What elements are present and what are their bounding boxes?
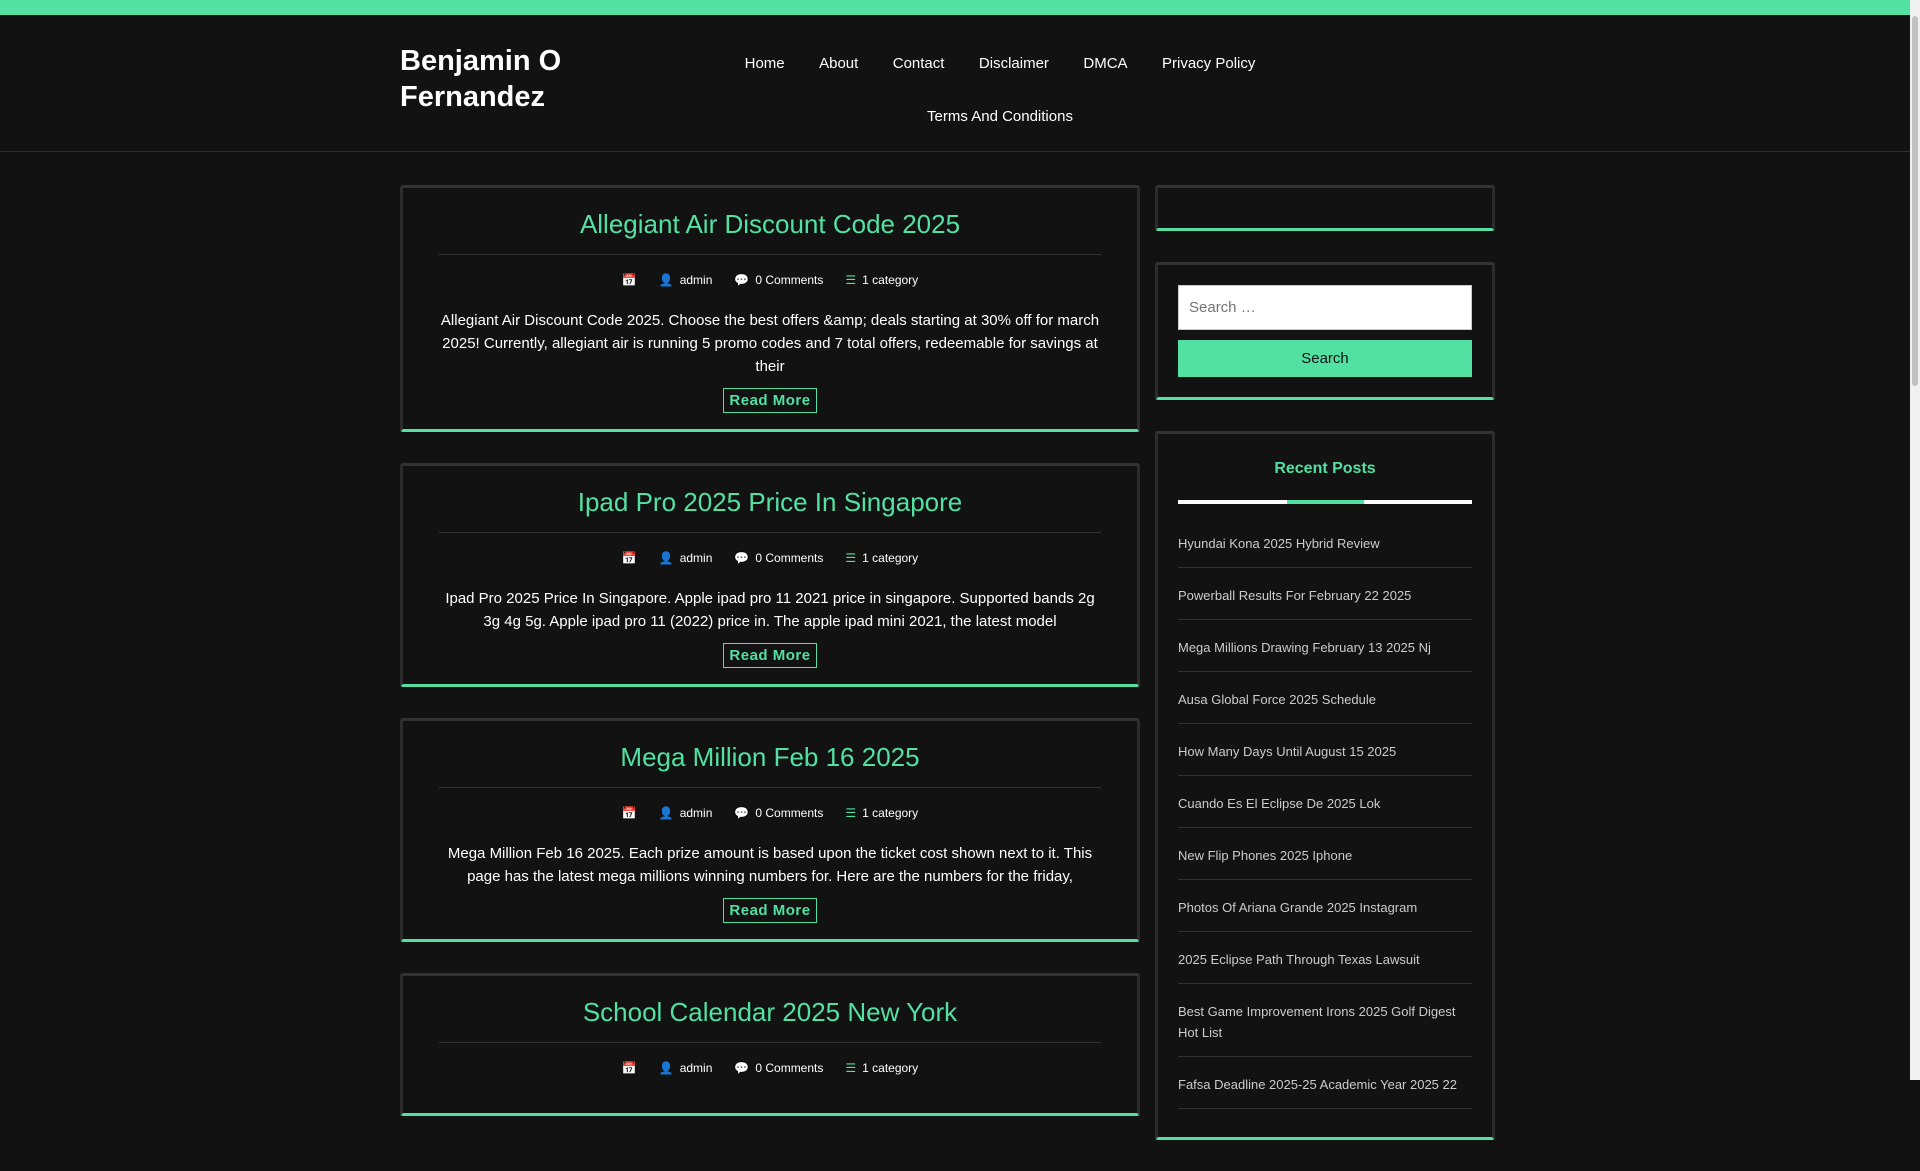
post-comments[interactable]: 0 Comments: [755, 1061, 823, 1075]
nav-home[interactable]: Home: [745, 37, 785, 90]
post-excerpt: Ipad Pro 2025 Price In Singapore. Apple …: [445, 590, 1095, 630]
post-category[interactable]: 1 category: [862, 551, 918, 565]
recent-post-link[interactable]: 2025 Eclipse Path Through Texas Lawsuit: [1178, 952, 1420, 967]
list-item: Mega Millions Drawing February 13 2025 N…: [1178, 628, 1472, 672]
recent-post-link[interactable]: Fafsa Deadline 2025-25 Academic Year 202…: [1178, 1077, 1457, 1092]
calendar-icon: 📅: [621, 1061, 637, 1075]
recent-posts-list: Hyundai Kona 2025 Hybrid Review Powerbal…: [1178, 524, 1472, 1109]
user-icon: 👤: [658, 1061, 674, 1075]
sidebar: Search Recent Posts Hyundai Kona 2025 Hy…: [1155, 185, 1495, 1171]
comments-icon: 💬: [734, 806, 750, 820]
post-title[interactable]: Ipad Pro 2025 Price In Singapore: [439, 486, 1101, 518]
comments-icon: 💬: [734, 1061, 750, 1075]
list-item: Powerball Results For February 22 2025: [1178, 576, 1472, 620]
list-icon: ☰: [845, 1061, 857, 1075]
list-item: Hyundai Kona 2025 Hybrid Review: [1178, 524, 1472, 568]
post-author[interactable]: admin: [680, 551, 713, 565]
recent-post-link[interactable]: Hyundai Kona 2025 Hybrid Review: [1178, 536, 1380, 551]
post-meta: 📅 👤 admin 💬 0 Comments ☰ 1 category: [439, 273, 1101, 287]
post-category[interactable]: 1 category: [862, 273, 918, 287]
post-category[interactable]: 1 category: [862, 806, 918, 820]
divider: [439, 1042, 1101, 1043]
post-meta: 📅 👤 admin 💬 0 Comments ☰ 1 category: [439, 551, 1101, 565]
site-header: Benjamin O Fernandez Home About Contact …: [0, 15, 1910, 152]
recent-post-link[interactable]: New Flip Phones 2025 Iphone: [1178, 848, 1352, 863]
divider: [439, 787, 1101, 788]
nav-disclaimer[interactable]: Disclaimer: [979, 37, 1049, 90]
list-item: Ausa Global Force 2025 Schedule: [1178, 680, 1472, 724]
post-card: Allegiant Air Discount Code 2025 📅 👤 admi…: [400, 185, 1140, 432]
site-title[interactable]: Benjamin O Fernandez: [400, 43, 640, 115]
post-meta: 📅 👤 admin 💬 0 Comments ☰ 1 category: [439, 806, 1101, 820]
recent-posts-title: Recent Posts: [1274, 460, 1376, 477]
post-title[interactable]: Mega Million Feb 16 2025: [439, 741, 1101, 773]
recent-post-link[interactable]: Best Game Improvement Irons 2025 Golf Di…: [1178, 1004, 1455, 1040]
top-accent-bar: [0, 0, 1910, 15]
post-comments[interactable]: 0 Comments: [755, 806, 823, 820]
read-more-button[interactable]: Read More: [723, 898, 817, 923]
post-title[interactable]: Allegiant Air Discount Code 2025: [439, 208, 1101, 240]
list-icon: ☰: [845, 273, 857, 287]
post-meta: 📅 👤 admin 💬 0 Comments ☰ 1 category: [439, 1061, 1101, 1075]
calendar-icon: 📅: [621, 806, 637, 820]
scrollbar-thumb[interactable]: [1912, 16, 1918, 386]
recent-posts-widget: Recent Posts Hyundai Kona 2025 Hybrid Re…: [1155, 431, 1495, 1140]
post-card: Ipad Pro 2025 Price In Singapore 📅 👤 admi…: [400, 463, 1140, 687]
search-widget: Search: [1155, 262, 1495, 400]
post-excerpt: Allegiant Air Discount Code 2025. Choose…: [440, 312, 1100, 375]
post-title[interactable]: School Calendar 2025 New York: [439, 996, 1101, 1028]
widget-divider: [1178, 500, 1472, 504]
list-item: Best Game Improvement Irons 2025 Golf Di…: [1178, 992, 1472, 1057]
calendar-icon: 📅: [621, 273, 637, 287]
user-icon: 👤: [658, 551, 674, 565]
post-card: School Calendar 2025 New York 📅 👤 admin 💬…: [400, 973, 1140, 1116]
nav-contact[interactable]: Contact: [893, 37, 945, 90]
list-item: Cuando Es El Eclipse De 2025 Lok: [1178, 784, 1472, 828]
divider: [439, 254, 1101, 255]
divider: [439, 532, 1101, 533]
nav-privacy-policy[interactable]: Privacy Policy: [1162, 37, 1255, 90]
main-nav: Home About Contact Disclaimer DMCA Priva…: [720, 37, 1280, 143]
nav-dmca[interactable]: DMCA: [1083, 37, 1127, 90]
comments-icon: 💬: [734, 273, 750, 287]
post-category[interactable]: 1 category: [862, 1061, 918, 1075]
nav-terms-and-conditions[interactable]: Terms And Conditions: [927, 90, 1073, 143]
nav-about[interactable]: About: [819, 37, 858, 90]
post-author[interactable]: admin: [680, 273, 713, 287]
list-icon: ☰: [845, 806, 857, 820]
search-button[interactable]: Search: [1178, 340, 1472, 377]
list-item: How Many Days Until August 15 2025: [1178, 732, 1472, 776]
empty-widget: [1155, 185, 1495, 231]
page-scrollbar[interactable]: [1910, 0, 1920, 1080]
list-item: Fafsa Deadline 2025-25 Academic Year 202…: [1178, 1065, 1472, 1109]
read-more-button[interactable]: Read More: [723, 643, 817, 668]
post-author[interactable]: admin: [680, 1061, 713, 1075]
post-card: Mega Million Feb 16 2025 📅 👤 admin 💬 0 Com…: [400, 718, 1140, 942]
list-item: New Flip Phones 2025 Iphone: [1178, 836, 1472, 880]
recent-post-link[interactable]: How Many Days Until August 15 2025: [1178, 744, 1396, 759]
recent-post-link[interactable]: Cuando Es El Eclipse De 2025 Lok: [1178, 796, 1380, 811]
list-item: 2025 Eclipse Path Through Texas Lawsuit: [1178, 940, 1472, 984]
user-icon: 👤: [658, 806, 674, 820]
list-icon: ☰: [845, 551, 857, 565]
recent-post-link[interactable]: Powerball Results For February 22 2025: [1178, 588, 1411, 603]
post-author[interactable]: admin: [680, 806, 713, 820]
calendar-icon: 📅: [621, 551, 637, 565]
read-more-button[interactable]: Read More: [723, 388, 817, 413]
recent-post-link[interactable]: Ausa Global Force 2025 Schedule: [1178, 692, 1376, 707]
user-icon: 👤: [658, 273, 674, 287]
recent-post-link[interactable]: Photos Of Ariana Grande 2025 Instagram: [1178, 900, 1417, 915]
comments-icon: 💬: [734, 551, 750, 565]
post-excerpt: Mega Million Feb 16 2025. Each prize amo…: [447, 845, 1093, 885]
list-item: Photos Of Ariana Grande 2025 Instagram: [1178, 888, 1472, 932]
post-comments[interactable]: 0 Comments: [755, 551, 823, 565]
post-list: Allegiant Air Discount Code 2025 📅 👤 admi…: [400, 185, 1140, 1147]
recent-post-link[interactable]: Mega Millions Drawing February 13 2025 N…: [1178, 640, 1431, 655]
search-input[interactable]: [1178, 285, 1472, 330]
post-comments[interactable]: 0 Comments: [755, 273, 823, 287]
